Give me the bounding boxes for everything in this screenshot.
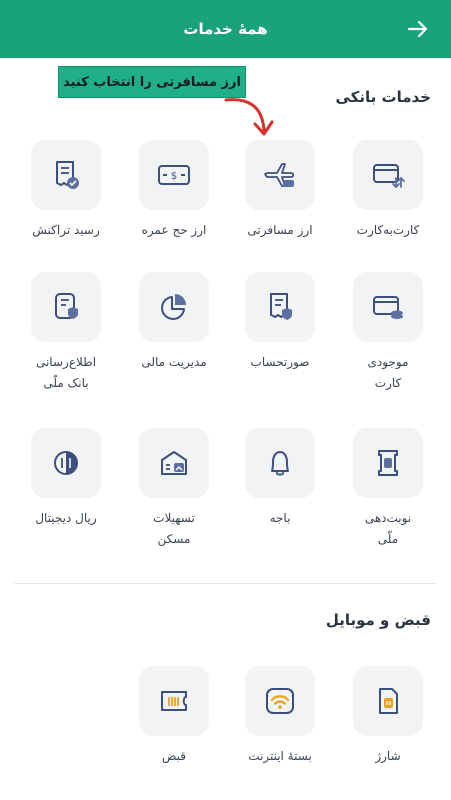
service-counter[interactable]: باجه (230, 428, 330, 529)
receipt-icon (56, 161, 79, 189)
section-title-bills: قبض و موبایل (325, 611, 431, 629)
curved-arrow-icon (224, 98, 274, 136)
service-label: شارژ (375, 749, 401, 763)
pie-chart-icon (161, 294, 186, 320)
service-bank-notification[interactable]: اطلاع‌رسانی بانک ملّی (16, 272, 116, 394)
wifi-icon (266, 688, 294, 714)
ticket-icon (378, 450, 398, 476)
back-button[interactable] (401, 12, 435, 46)
arrow-right-icon (407, 20, 428, 38)
statement-icon (270, 293, 292, 320)
service-financial-management[interactable]: مدیریت مالی (124, 272, 224, 373)
app-header: همهٔ خدمات (0, 0, 451, 58)
service-label: ارز مسافرتی (247, 223, 313, 237)
section-title-banking: خدمات بانکی (335, 88, 432, 106)
notify-doc-icon (55, 293, 78, 319)
house-loan-icon (161, 451, 187, 475)
service-label: صورتحساب (250, 355, 310, 369)
page-title: همهٔ خدمات (183, 20, 268, 38)
service-travel-currency[interactable]: ارز مسافرتی (230, 140, 330, 241)
service-label: بستهٔ اینترنت (248, 749, 312, 763)
service-label: اطلاع‌رسانی بانک ملّی (35, 355, 97, 390)
service-label: رسید تراکنش (32, 223, 100, 237)
service-statement[interactable]: صورتحساب (230, 272, 330, 373)
service-label: نوبت‌دهی ملّی (364, 511, 412, 546)
card-transfer-icon (373, 164, 405, 189)
service-top-up[interactable]: شارژ (338, 666, 438, 767)
services-content: ارز مسافرتی را انتخاب کنید خدمات بانکی ک… (0, 58, 451, 800)
service-label: کارت‌به‌کارت (356, 223, 420, 237)
service-card-balance[interactable]: موجودی کارت (338, 272, 438, 394)
bill-icon (161, 691, 187, 711)
airplane-icon (264, 163, 295, 187)
service-label: ارز حج عمره (141, 223, 207, 237)
bell-icon (271, 451, 289, 476)
service-hajj-currency[interactable]: $ ارز حج عمره (124, 140, 224, 241)
sim-card-icon (379, 688, 398, 714)
service-housing-loan[interactable]: تسهیلات مسکن (124, 428, 224, 550)
section-divider (14, 583, 437, 584)
banknote-icon: $ (158, 165, 190, 185)
service-digital-rial[interactable]: ریال دیجیتال (16, 428, 116, 529)
service-bill-payment[interactable]: قبض (124, 666, 224, 767)
service-label: موجودی کارت (367, 355, 409, 390)
service-internet-package[interactable]: بستهٔ اینترنت (230, 666, 330, 767)
service-transaction-receipt[interactable]: رسید تراکنش (16, 140, 116, 241)
digital-rial-icon (54, 451, 78, 475)
service-label: تسهیلات مسکن (153, 511, 195, 546)
service-national-queue[interactable]: نوبت‌دهی ملّی (338, 428, 438, 550)
instruction-banner: ارز مسافرتی را انتخاب کنید (58, 66, 246, 98)
service-label: باجه (269, 511, 291, 525)
service-label: ریال دیجیتال (35, 511, 97, 525)
card-balance-icon (373, 296, 403, 319)
service-label: مدیریت مالی (141, 355, 207, 369)
service-label: قبض (161, 749, 187, 763)
service-card-to-card[interactable]: کارت‌به‌کارت (338, 140, 438, 241)
svg-text:$: $ (171, 171, 177, 182)
